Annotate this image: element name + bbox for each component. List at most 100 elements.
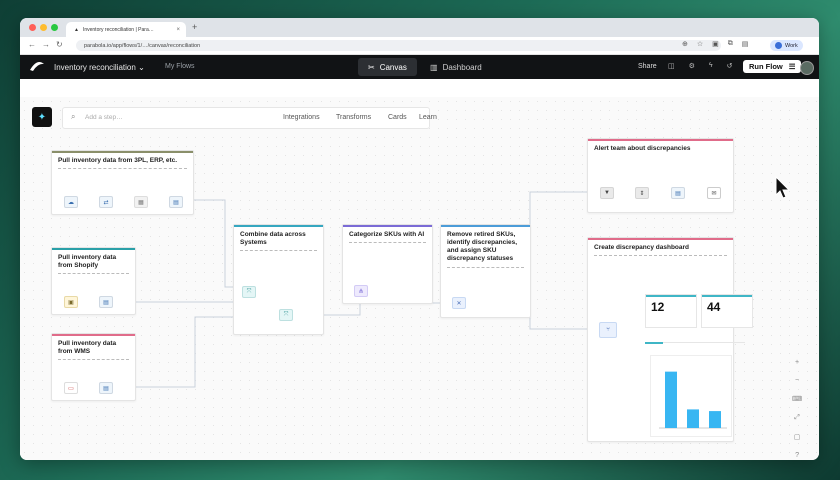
- bar-chart-svg: [659, 371, 727, 429]
- step-table-icon[interactable]: ▤: [671, 187, 685, 199]
- extension-icon[interactable]: ⊕: [682, 40, 688, 48]
- step-filter-icon[interactable]: ▦: [134, 196, 148, 208]
- url-field[interactable]: parabola.io/app/flows/1/…/canvas/reconci…: [76, 40, 721, 51]
- forward-icon[interactable]: →: [42, 40, 50, 49]
- my-flows-link[interactable]: My Flows: [165, 63, 195, 70]
- kpi-card-1: 12: [645, 294, 697, 328]
- browser-tab-bar: ▲ Inventory reconciliation | Para… × +: [20, 18, 819, 37]
- browser-tab[interactable]: ▲ Inventory reconciliation | Para… ×: [66, 22, 186, 37]
- step-file-icon[interactable]: ▭: [64, 382, 78, 394]
- history-icon[interactable]: ↺: [727, 62, 733, 70]
- step-email-icon[interactable]: ✉: [707, 187, 721, 199]
- app-header: Inventory reconciliation ⌄ My Flows ✂ Ca…: [20, 55, 819, 79]
- step-table-icon[interactable]: ▤: [99, 382, 113, 394]
- flow-canvas[interactable]: ✦ ⌕ Add a step… Integrations Transforms …: [20, 97, 819, 460]
- card-title: Pull inventory data from WMS: [58, 340, 117, 356]
- chevron-down-icon: ⌄: [138, 63, 145, 72]
- card-alert-team[interactable]: Alert team about discrepancies ▼ ⇕ ▤ ✉: [587, 138, 734, 213]
- puzzle-icon[interactable]: ⧉: [728, 40, 733, 48]
- card-pull-wms[interactable]: Pull inventory data from WMS ▭ ▤: [51, 333, 136, 401]
- header-icons: ◫ ⚙ ϟ ↺: [668, 62, 733, 70]
- card-remove-retired[interactable]: Remove retired SKUs, identify discrepanc…: [440, 224, 531, 318]
- menu-icon: ☰: [788, 62, 796, 71]
- parabola-logo-icon[interactable]: [29, 61, 45, 73]
- avatar[interactable]: [800, 61, 814, 75]
- card-title: Pull inventory data from Shopify: [58, 254, 117, 270]
- tab-canvas[interactable]: ✂ Canvas: [358, 58, 417, 76]
- zoom-out-icon[interactable]: −: [795, 377, 799, 384]
- chart-bar: [665, 371, 677, 428]
- card-categorize[interactable]: Categorize SKUs with AI ⋔: [342, 224, 433, 304]
- zoom-controls: + − ⌨ ⤢ ▢ ?: [792, 359, 802, 459]
- step-table-icon[interactable]: ▤: [169, 196, 183, 208]
- tab-canvas-label: Canvas: [379, 62, 407, 72]
- zoom-in-icon[interactable]: +: [795, 359, 799, 366]
- tab-title: Inventory reconciliation | Para…: [82, 26, 154, 33]
- profile-chip[interactable]: Work: [770, 40, 803, 51]
- card-divider: [594, 255, 727, 257]
- lightning-icon[interactable]: ϟ: [709, 62, 713, 70]
- card-create-dashboard[interactable]: Create discrepancy dashboard ⑂ 12 44: [587, 237, 753, 442]
- close-window-button[interactable]: [29, 24, 36, 31]
- fit-view-icon[interactable]: ⤢: [794, 414, 800, 422]
- card-combine[interactable]: Combine data across Systems ⤧ ⤧: [233, 224, 324, 335]
- card-divider: [240, 250, 317, 252]
- card-pull-3pl[interactable]: Pull inventory data from 3PL, ERP, etc. …: [51, 150, 194, 215]
- tab-favicon-icon: ▲: [74, 26, 79, 33]
- card-title: Pull inventory data from 3PL, ERP, etc.: [58, 157, 178, 164]
- browser-window: ▲ Inventory reconciliation | Para… × + ←…: [20, 18, 819, 460]
- share-button[interactable]: Share: [638, 63, 657, 70]
- bar-chart: [650, 355, 732, 437]
- profile-label: Work: [785, 42, 798, 49]
- card-divider: [58, 168, 187, 170]
- step-ai-icon[interactable]: ⋔: [354, 285, 368, 297]
- step-sort-icon[interactable]: ⇕: [635, 187, 649, 199]
- dashboard-icon: ▥: [430, 62, 438, 72]
- card-pull-shopify[interactable]: Pull inventory data from Shopify ▣ ▤: [51, 247, 136, 315]
- new-tab-icon[interactable]: +: [192, 22, 197, 32]
- step-connect-icon[interactable]: ⇄: [99, 196, 113, 208]
- card-divider: [58, 273, 129, 275]
- back-icon[interactable]: ←: [28, 40, 36, 49]
- address-bar-row: ← → ↻ parabola.io/app/flows/1/…/canvas/r…: [20, 37, 819, 55]
- run-flow-label: Run Flow: [749, 62, 783, 71]
- minimize-window-button[interactable]: [40, 24, 47, 31]
- card-title: Combine data across Systems: [240, 231, 306, 247]
- step-api-icon[interactable]: ☁: [64, 196, 78, 208]
- profile-avatar-icon: [775, 42, 782, 49]
- step-table-icon[interactable]: ▤: [99, 296, 113, 308]
- chart-bar: [709, 411, 721, 428]
- flow-title[interactable]: Inventory reconciliation ⌄: [54, 63, 145, 72]
- keyboard-icon[interactable]: ⌨: [792, 395, 802, 403]
- reload-icon[interactable]: ↻: [56, 40, 63, 49]
- sidebar-icon[interactable]: ▤: [742, 40, 749, 48]
- browser-action-icons: ⊕ ☆ ▣ ⧉ ▤: [682, 40, 748, 48]
- step-branch-icon[interactable]: ⑂: [599, 322, 617, 338]
- card-title: Alert team about discrepancies: [594, 145, 691, 152]
- note-icon[interactable]: ▢: [794, 433, 801, 441]
- canvas-icon: ✂: [368, 62, 375, 72]
- camera-icon[interactable]: ▣: [712, 40, 719, 48]
- kpi-card-2: 44: [701, 294, 753, 328]
- tab-dashboard[interactable]: ▥ Dashboard: [420, 58, 492, 76]
- step-combine-icon-2[interactable]: ⤧: [279, 309, 293, 321]
- step-shopify-icon[interactable]: ▣: [64, 296, 78, 308]
- window-controls: [29, 24, 58, 31]
- tab-dashboard-label: Dashboard: [442, 62, 482, 72]
- help-icon[interactable]: ?: [795, 452, 799, 459]
- bookmark-icon[interactable]: ☆: [697, 40, 703, 48]
- run-flow-button[interactable]: Run Flow ☰: [743, 60, 802, 73]
- step-filter-icon[interactable]: ▼: [600, 187, 614, 199]
- zoom-window-button[interactable]: [51, 24, 58, 31]
- settings-icon[interactable]: ⚙: [689, 62, 695, 70]
- step-cleanup-icon[interactable]: ✕: [452, 297, 466, 309]
- kpi-value: 44: [707, 300, 721, 314]
- card-divider: [58, 359, 129, 361]
- dashboard-tab-active[interactable]: [645, 342, 663, 344]
- card-title: Create discrepancy dashboard: [594, 244, 690, 251]
- close-tab-icon[interactable]: ×: [176, 27, 180, 33]
- card-divider: [447, 266, 524, 269]
- comment-icon[interactable]: ◫: [668, 62, 675, 70]
- step-combine-icon[interactable]: ⤧: [242, 286, 256, 298]
- card-divider: [349, 242, 426, 244]
